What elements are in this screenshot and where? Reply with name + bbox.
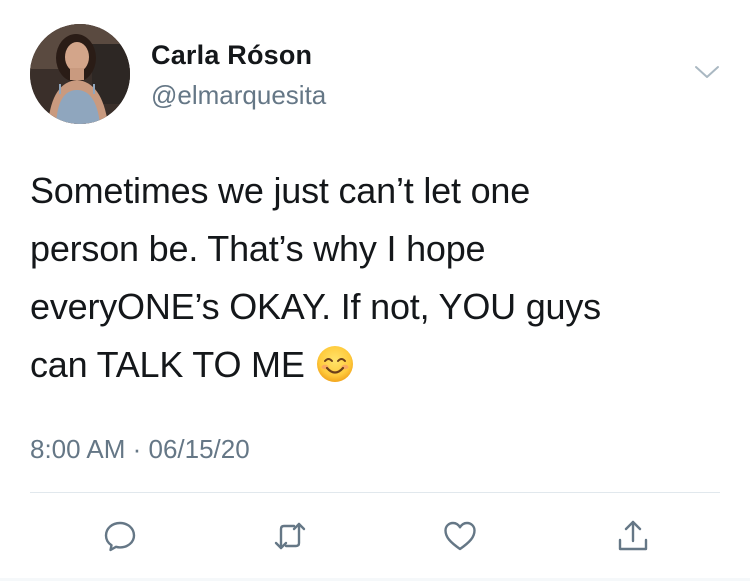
author-display-name[interactable]: Carla Róson (151, 40, 312, 71)
speech-bubble-icon (104, 521, 136, 552)
tweet-text-line: Sometimes we just can’t let one (30, 170, 531, 211)
tweet-timestamp[interactable]: 8:00 AM · 06/15/20 (30, 434, 250, 465)
smiling-face-emoji-icon (315, 343, 355, 383)
avatar[interactable] (30, 24, 130, 124)
retweet-button[interactable] (270, 516, 310, 556)
share-button[interactable] (613, 516, 653, 556)
chevron-down-icon[interactable] (693, 62, 721, 82)
tweet-actions-bar (0, 510, 750, 560)
like-button[interactable] (440, 516, 480, 556)
divider (30, 492, 720, 493)
tweet-card: Carla Róson @elmarquesita Sometimes we j… (0, 0, 750, 581)
share-icon (618, 520, 648, 551)
tweet-text-line-last-text: can TALK TO ME (30, 344, 305, 385)
heart-icon (444, 521, 476, 551)
author-handle[interactable]: @elmarquesita (151, 80, 326, 111)
tweet-text-line-last: can TALK TO ME (30, 336, 730, 394)
reply-button[interactable] (100, 516, 140, 556)
profile-photo-icon (30, 24, 130, 124)
tweet-text-line: person be. That’s why I hope (30, 228, 486, 269)
tweet-text: Sometimes we just can’t let one person b… (30, 162, 730, 394)
tweet-text-line: everyONE’s OKAY. If not, YOU guys (30, 286, 601, 327)
retweet-icon (274, 522, 306, 550)
